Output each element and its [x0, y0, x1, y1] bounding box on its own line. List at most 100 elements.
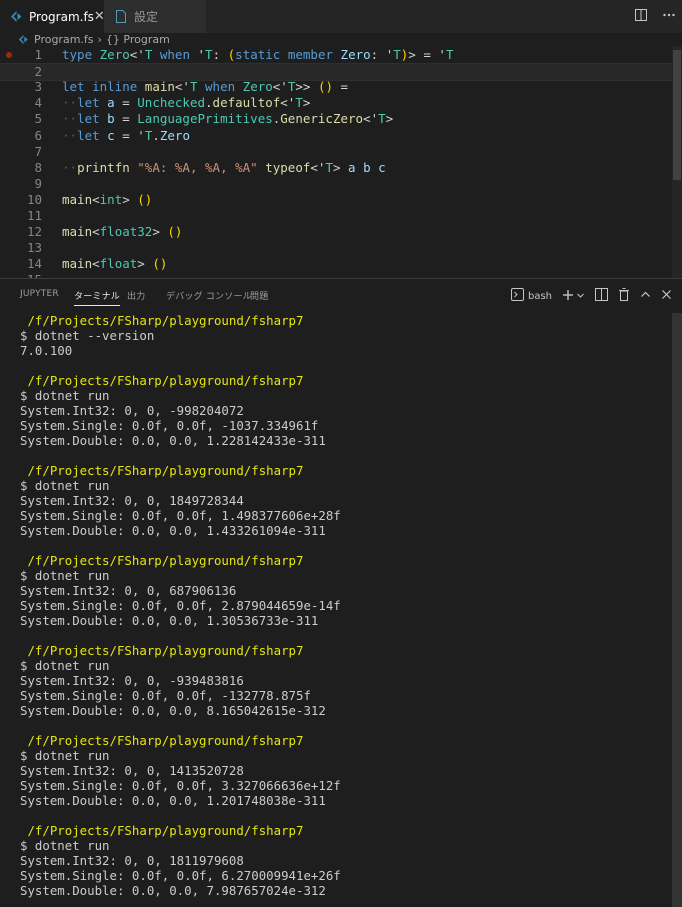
code-token: ·· — [62, 127, 78, 143]
code-line[interactable]: 11 — [0, 208, 672, 224]
terminal-line: System.Single: 0.0f, 0.0f, -1037.334961f — [20, 418, 319, 433]
code-line[interactable]: 1 type Zero<'T when 'T: (static member Ze… — [0, 47, 672, 63]
tab-settings[interactable]: 設定 — [104, 0, 206, 33]
terminal-line: System.Single: 0.0f, 0.0f, 1.498377606e+… — [20, 508, 341, 523]
terminal-line: $ dotnet run — [20, 838, 110, 853]
tab-output[interactable]: 出力 — [127, 289, 145, 302]
code-line[interactable]: 5 ··let b = LanguagePrimitives.GenericZer… — [0, 111, 672, 127]
close-panel-icon[interactable] — [661, 289, 672, 303]
code-line[interactable]: 4 ··let a = Unchecked.defaultof<'T> — [0, 95, 672, 111]
terminal-output[interactable]: /f/Projects/FSharp/playground/fsharp7 $ d… — [0, 313, 672, 907]
code-token: b — [107, 111, 115, 127]
terminal-line: System.Double: 0.0, 0.0, 1.201748038e-31… — [20, 793, 326, 808]
code-line[interactable]: 9 — [0, 176, 672, 192]
code-line[interactable]: 6 ··let c = 'T.Zero — [0, 128, 672, 144]
breadcrumb-file[interactable]: Program.fs — [34, 33, 94, 46]
more-actions-icon[interactable] — [662, 8, 676, 26]
code-token: > — [385, 111, 394, 127]
tab-terminal[interactable]: ターミナル — [74, 289, 121, 306]
code-token: = — [114, 111, 138, 127]
code-token: LanguagePrimitives — [137, 111, 273, 127]
code-token: b — [363, 159, 371, 175]
terminal-line: System.Double: 0.0, 0.0, 1.433261094e-31… — [20, 523, 326, 538]
code-token: <' — [310, 159, 326, 175]
code-token: . — [152, 127, 160, 143]
code-token: <' — [272, 79, 288, 95]
trash-icon[interactable] — [618, 288, 630, 304]
code-line[interactable]: 12 main<float32> () — [0, 224, 672, 240]
code-token: T — [295, 95, 303, 111]
tab-debug-console[interactable]: デバッグ コンソール — [166, 289, 252, 302]
terminal-line: $ dotnet --version — [20, 328, 155, 343]
code-line[interactable]: 8 ··printfn "%A: %A, %A, %A" typeof<'T> a… — [0, 160, 672, 176]
code-line[interactable]: 3 let inline main<'T when Zero<'T>> () = — [0, 79, 672, 95]
code-token: main — [62, 191, 93, 207]
code-line[interactable]: 10 main<int> () — [0, 192, 672, 208]
code-token: let — [77, 111, 100, 127]
terminal-prompt-path: /f/Projects/FSharp/playground/fsharp7 — [20, 313, 304, 328]
code-token: typeof — [265, 159, 311, 175]
code-token: < — [92, 191, 100, 207]
code-line[interactable]: 13 — [0, 240, 672, 256]
shell-label[interactable]: bash — [528, 291, 552, 302]
terminal-line: System.Int32: 0, 0, -998204072 — [20, 403, 244, 418]
code-token: Unchecked — [137, 95, 206, 111]
code-token: float32 — [99, 224, 153, 240]
editor-actions — [634, 0, 676, 33]
code-token: T — [445, 47, 454, 62]
line-number: 7 — [34, 143, 42, 159]
tab-label: 設定 — [134, 10, 159, 24]
line-number: 4 — [34, 95, 42, 111]
code-token: a — [348, 159, 356, 175]
scrollbar-thumb[interactable] — [672, 313, 682, 907]
terminal-line: $ dotnet run — [20, 568, 110, 583]
code-token: T — [205, 47, 213, 62]
breakpoint-marker[interactable] — [6, 52, 12, 58]
code-token: : — [212, 47, 228, 62]
code-token: > — [332, 159, 349, 175]
terminal-line: System.Int32: 0, 0, 1849728344 — [20, 493, 244, 508]
code-text: type Zero<'T when 'T: (static member Zer… — [62, 47, 453, 63]
code-line[interactable]: 14 main<float> () — [0, 256, 672, 272]
code-token: : ' — [370, 47, 394, 62]
chevron-down-icon[interactable] — [576, 289, 585, 303]
maximize-panel-icon[interactable] — [640, 289, 651, 303]
tab-jupyter[interactable]: JUPYTER — [20, 289, 59, 299]
code-text: ··printfn "%A: %A, %A, %A" typeof<'T> a … — [62, 160, 386, 176]
code-token: float — [99, 256, 138, 272]
terminal-line: System.Single: 0.0f, 0.0f, 6.270009941e+… — [20, 868, 341, 883]
editor-scrollbar[interactable] — [672, 46, 682, 278]
code-token: main — [144, 79, 175, 95]
add-terminal-icon[interactable] — [562, 289, 574, 304]
code-line[interactable]: 7 — [0, 144, 672, 160]
breadcrumb-symbol[interactable]: {} Program — [106, 33, 170, 46]
code-token: >> — [295, 79, 318, 95]
split-terminal-icon[interactable] — [595, 288, 608, 304]
breadcrumb-separator: › — [97, 33, 102, 46]
terminal-prompt-path: /f/Projects/FSharp/playground/fsharp7 — [20, 733, 304, 748]
tab-problems[interactable]: 問題 — [250, 289, 268, 302]
code-text: main<int> () — [62, 192, 152, 208]
line-number: 12 — [26, 224, 42, 240]
code-editor[interactable]: 1 type Zero<'T when 'T: (static member Ze… — [0, 46, 682, 278]
code-token: let — [77, 95, 100, 111]
terminal-scrollbar[interactable] — [672, 313, 682, 907]
terminal-line: System.Int32: 0, 0, 1413520728 — [20, 763, 244, 778]
line-number: 2 — [34, 64, 42, 80]
code-token: T — [393, 47, 401, 62]
tab-program-fs[interactable]: Program.fs ✕ — [0, 0, 105, 33]
code-token: ' — [189, 47, 206, 62]
split-editor-icon[interactable] — [634, 8, 648, 26]
terminal-line: $ dotnet run — [20, 478, 110, 493]
code-token: = — [114, 95, 138, 111]
code-token: a — [107, 95, 115, 111]
code-token: when — [159, 47, 190, 62]
scrollbar-thumb[interactable] — [673, 50, 681, 180]
terminal-line: System.Single: 0.0f, 0.0f, -132778.875f — [20, 688, 311, 703]
